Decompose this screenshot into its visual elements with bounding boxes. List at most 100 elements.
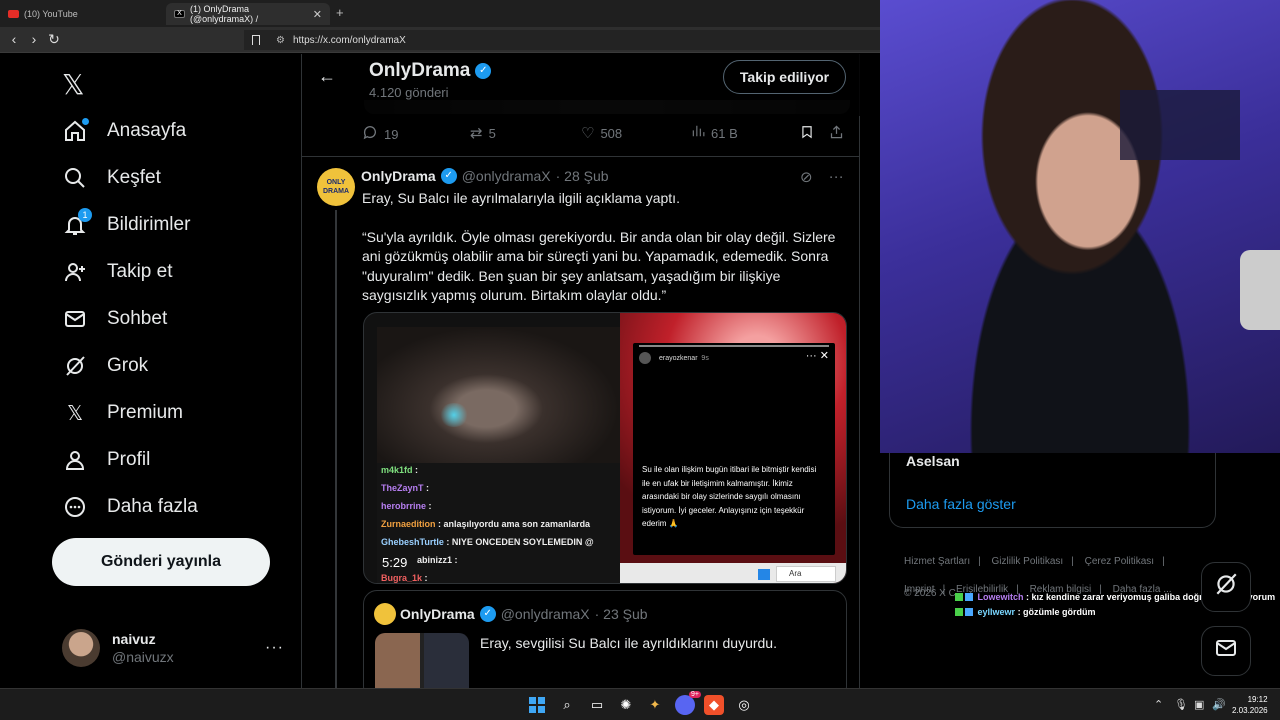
x-logo-icon[interactable]: 𝕏 [62, 68, 85, 101]
new-tab-button[interactable]: + [336, 5, 344, 20]
reply-button[interactable]: 19 [362, 124, 398, 144]
grok-button[interactable] [1201, 562, 1251, 612]
sidebar-item-label: Keşfet [107, 167, 161, 188]
tab-onlydrama[interactable]: X (1) OnlyDrama (@onlydramaX) / ✕ [166, 3, 330, 25]
account-name: naivuz [112, 631, 156, 647]
share-icon [829, 124, 844, 144]
reload-icon[interactable]: ↻ [46, 31, 62, 48]
tweet-author-handle[interactable]: @onlydramaX [462, 168, 551, 184]
main-column: ← OnlyDrama ✓ 4.120 gönderi Takip ediliy… [302, 54, 860, 688]
trend-item[interactable]: Aselsan [906, 453, 960, 469]
search-icon[interactable]: ⌕ [557, 695, 577, 715]
sidebar-item-profile[interactable]: Profil [62, 442, 150, 478]
bookmark-icon [800, 124, 814, 144]
windows-taskbar-in-video: Ara [620, 563, 846, 583]
tweet-author-name[interactable]: OnlyDrama [361, 168, 436, 184]
thread-line [335, 210, 337, 688]
chevron-up-icon[interactable]: ⌃ [1154, 698, 1163, 711]
profile-header: ← OnlyDrama ✓ 4.120 gönderi Takip ediliy… [302, 54, 860, 116]
quoted-tweet[interactable]: OnlyDrama ✓ @onlydramaX · 23 Şub Eray, s… [363, 590, 847, 688]
sidebar: 𝕏 Anasayfa Keşfet 1 Bildirimler Takip et… [0, 54, 302, 688]
browser-nav-bar: ‹ › ↻ ⚙ https://x.com/onlydramaX [0, 27, 880, 53]
sidebar-item-label: Premium [107, 402, 184, 423]
quoted-tweet-image [375, 633, 469, 688]
discord-icon[interactable]: 9+ [675, 691, 701, 715]
grok-icon[interactable]: ⊘ [800, 168, 813, 186]
post-button[interactable]: Gönderi yayınla [52, 538, 270, 586]
verified-icon: ✓ [475, 63, 492, 79]
sidebar-item-premium[interactable]: 𝕏 Premium [62, 395, 183, 431]
mail-icon [1212, 636, 1240, 666]
sidebar-item-label: Bildirimler [107, 214, 191, 235]
task-view-icon[interactable]: ▭ [587, 695, 607, 715]
sidebar-item-label: Takip et [107, 261, 173, 282]
more-options-icon[interactable]: ··· [265, 639, 284, 657]
chat-line: GhebeshTurtle : NIYE ONCEDEN SOYLEMEDIN … [381, 537, 594, 547]
person-icon [62, 447, 88, 473]
display-icon[interactable]: ▣ [1194, 698, 1204, 711]
windows-start-icon[interactable] [527, 695, 547, 715]
sidebar-item-label: Daha fazla [107, 496, 198, 517]
views-button[interactable]: 61 B [691, 124, 738, 142]
brave-icon[interactable]: ◆ [704, 695, 724, 715]
footer-link[interactable]: Hizmet Şartları [904, 556, 970, 567]
sidebar-item-chat[interactable]: Sohbet [62, 301, 167, 337]
add-user-icon [62, 259, 88, 285]
sidebar-item-label: Grok [107, 355, 149, 376]
close-icon: ··· ✕ [805, 350, 829, 362]
chart-icon [691, 124, 705, 142]
tweet-avatar[interactable]: ONLY DRAMA [317, 168, 355, 206]
volume-icon[interactable]: 🔊 [1212, 698, 1226, 711]
tab-youtube[interactable]: (10) YouTube [0, 3, 160, 25]
footer-link[interactable]: Gizlilik Politikası [992, 556, 1064, 567]
tweet-header: OnlyDrama ✓ @onlydramaX · 28 Şub [361, 168, 609, 184]
sidebar-item-label: Profil [107, 449, 151, 470]
share-button[interactable] [829, 124, 850, 144]
sidebar-item-more[interactable]: Daha fazla [62, 489, 198, 525]
chat-line: TheZaynT : [381, 483, 430, 493]
windows-taskbar: ⌕ ▭ ✺ ✦ 9+ ◆ ◎ ⌃ 🎙 ▣ 🔊 19:12 2.03.2026 [0, 688, 1280, 720]
clock[interactable]: 19:12 2.03.2026 [1232, 694, 1268, 716]
address-bar[interactable]: ⚙ https://x.com/onlydramaX [244, 30, 880, 50]
sidebar-item-home[interactable]: Anasayfa [62, 113, 186, 149]
tab-label: (10) YouTube [24, 9, 78, 19]
show-more-link[interactable]: Daha fazla göster [906, 496, 1016, 512]
tweet-date[interactable]: · 28 Şub [556, 168, 609, 184]
mail-icon [62, 306, 88, 332]
avatar [639, 352, 651, 364]
grok-icon [62, 353, 88, 379]
app-icon[interactable]: ✦ [645, 695, 665, 715]
chatgpt-icon[interactable]: ✺ [616, 695, 636, 715]
quoted-tweet-header: OnlyDrama ✓ @onlydramaX · 23 Şub [374, 603, 648, 625]
mic-icon[interactable]: 🎙 [1174, 698, 1188, 711]
back-arrow-icon[interactable]: ‹ [6, 31, 22, 47]
sidebar-item-follow[interactable]: Takip et [62, 254, 172, 290]
bookmark-icon[interactable] [252, 35, 260, 45]
tweet-text-quote: “Su'yla ayrıldık. Öyle olması gerekiyord… [362, 228, 836, 304]
site-settings-icon[interactable]: ⚙ [276, 35, 285, 46]
following-button[interactable]: Takip ediliyor [723, 60, 846, 94]
notification-badge: 9+ [689, 691, 701, 698]
close-tab-icon[interactable]: ✕ [313, 8, 322, 21]
search-field: Ara [776, 566, 836, 582]
account-switcher[interactable]: naivuz @naivuzx ··· [62, 626, 284, 670]
sidebar-item-explore[interactable]: Keşfet [62, 160, 161, 196]
heart-icon: ♡ [581, 125, 595, 142]
stream-video [377, 327, 620, 463]
tweet-media[interactable]: m4k1fd : TheZaynT : herobrrine : Zurnaed… [363, 312, 847, 584]
more-options-icon[interactable]: ··· [829, 168, 844, 186]
sidebar-item-notifications[interactable]: 1 Bildirimler [62, 207, 190, 243]
like-button[interactable]: ♡ 508 [581, 124, 622, 142]
tweet-actions: 19 ⇄ 5 ♡ 508 61 B [362, 124, 852, 146]
sidebar-item-grok[interactable]: Grok [62, 348, 148, 384]
messages-button[interactable] [1201, 626, 1251, 676]
bookmark-button[interactable] [800, 124, 820, 144]
youtube-icon [8, 10, 19, 18]
forward-arrow-icon[interactable]: › [26, 31, 42, 47]
app-icon[interactable]: ◎ [734, 695, 754, 715]
url-text: https://x.com/onlydramaX [292, 34, 406, 46]
back-arrow-icon[interactable]: ← [318, 66, 336, 87]
tab-label: (1) OnlyDrama (@onlydramaX) / [190, 4, 259, 24]
footer-link[interactable]: Çerez Politikası [1085, 556, 1154, 567]
retweet-button[interactable]: ⇄ 5 [470, 124, 496, 142]
